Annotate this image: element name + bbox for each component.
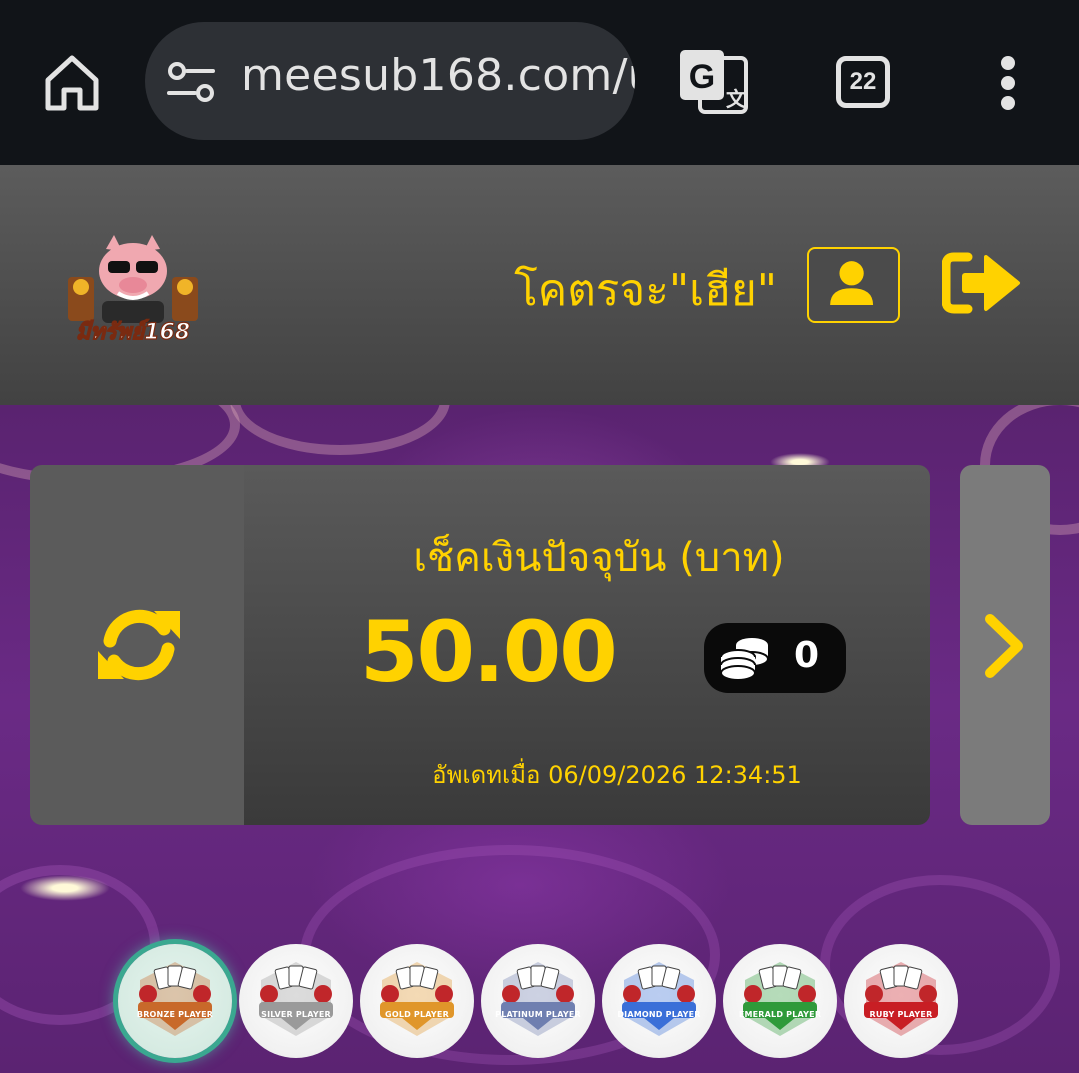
level-badge-platinum[interactable]: PLATINUM PLAYER [481, 944, 595, 1058]
level-emblem-icon [864, 962, 938, 1036]
username: โคตรจะ"เฮีย" [514, 265, 777, 316]
player-levels: BRONZE PLAYER SILVER PLAYER GOLD PLAYER PLA… [118, 944, 978, 1060]
level-label: SILVER PLAYER [261, 1010, 331, 1019]
level-label: BRONZE PLAYER [136, 1010, 214, 1019]
level-badge-silver[interactable]: SILVER PLAYER [239, 944, 353, 1058]
refresh-button[interactable] [30, 465, 248, 825]
refresh-icon [98, 609, 180, 681]
level-emblem-icon [380, 962, 454, 1036]
balance-card: เช็คเงินปัจจุบัน (บาท) 50.00 0 อัพเดทเมื… [244, 465, 930, 825]
next-button[interactable] [960, 465, 1050, 825]
coin-count: 0 [794, 635, 820, 676]
level-badge-emerald[interactable]: EMERALD PLAYER [723, 944, 837, 1058]
level-badge-ruby[interactable]: RUBY PLAYER [844, 944, 958, 1058]
level-emblem-icon [138, 962, 212, 1036]
user-icon [830, 261, 874, 306]
balance-amount: 50.00 [360, 603, 618, 701]
tab-switcher-button[interactable]: 22 [836, 56, 890, 108]
level-label: EMERALD PLAYER [738, 1010, 822, 1019]
url-text[interactable]: meesub168.com/u [241, 50, 635, 101]
level-badge-bronze[interactable]: BRONZE PLAYER [118, 944, 232, 1058]
level-label: DIAMOND PLAYER [617, 1010, 701, 1019]
site-header: มีทรัพย์168 โคตรจะ"เฮีย" [0, 165, 1079, 405]
level-label: GOLD PLAYER [385, 1010, 449, 1019]
chevron-right-icon [985, 614, 1023, 678]
level-emblem-icon [501, 962, 575, 1036]
level-emblem-icon [259, 962, 333, 1036]
translate-icon[interactable]: G 文 [678, 46, 750, 118]
svg-text:G: G [689, 58, 715, 96]
level-emblem-icon [743, 962, 817, 1036]
coins-icon [720, 638, 769, 681]
level-badge-diamond[interactable]: DIAMOND PLAYER [602, 944, 716, 1058]
last-updated: อัพเดทเมื่อ 06/09/2026 12:34:51 [432, 761, 802, 789]
svg-text:มีทรัพย์168: มีทรัพย์168 [76, 319, 190, 345]
coin-balance: 0 [704, 623, 846, 693]
balance-title: เช็คเงินปัจจุบัน (บาท) [413, 535, 785, 581]
tune-icon[interactable] [167, 60, 215, 104]
svg-text:文: 文 [726, 87, 747, 111]
level-label: RUBY PLAYER [869, 1010, 933, 1019]
home-icon[interactable] [40, 50, 104, 114]
more-vert-icon[interactable] [994, 56, 1022, 110]
level-badge-gold[interactable]: GOLD PLAYER [360, 944, 474, 1058]
sign-out-icon[interactable] [941, 251, 1022, 315]
site-logo[interactable]: มีทรัพย์168 [58, 227, 208, 347]
address-bar[interactable]: meesub168.com/u [145, 22, 635, 140]
level-label: PLATINUM PLAYER [495, 1010, 581, 1019]
browser-toolbar: meesub168.com/u G 文 22 [0, 0, 1079, 165]
profile-button[interactable] [807, 247, 900, 323]
level-emblem-icon [622, 962, 696, 1036]
